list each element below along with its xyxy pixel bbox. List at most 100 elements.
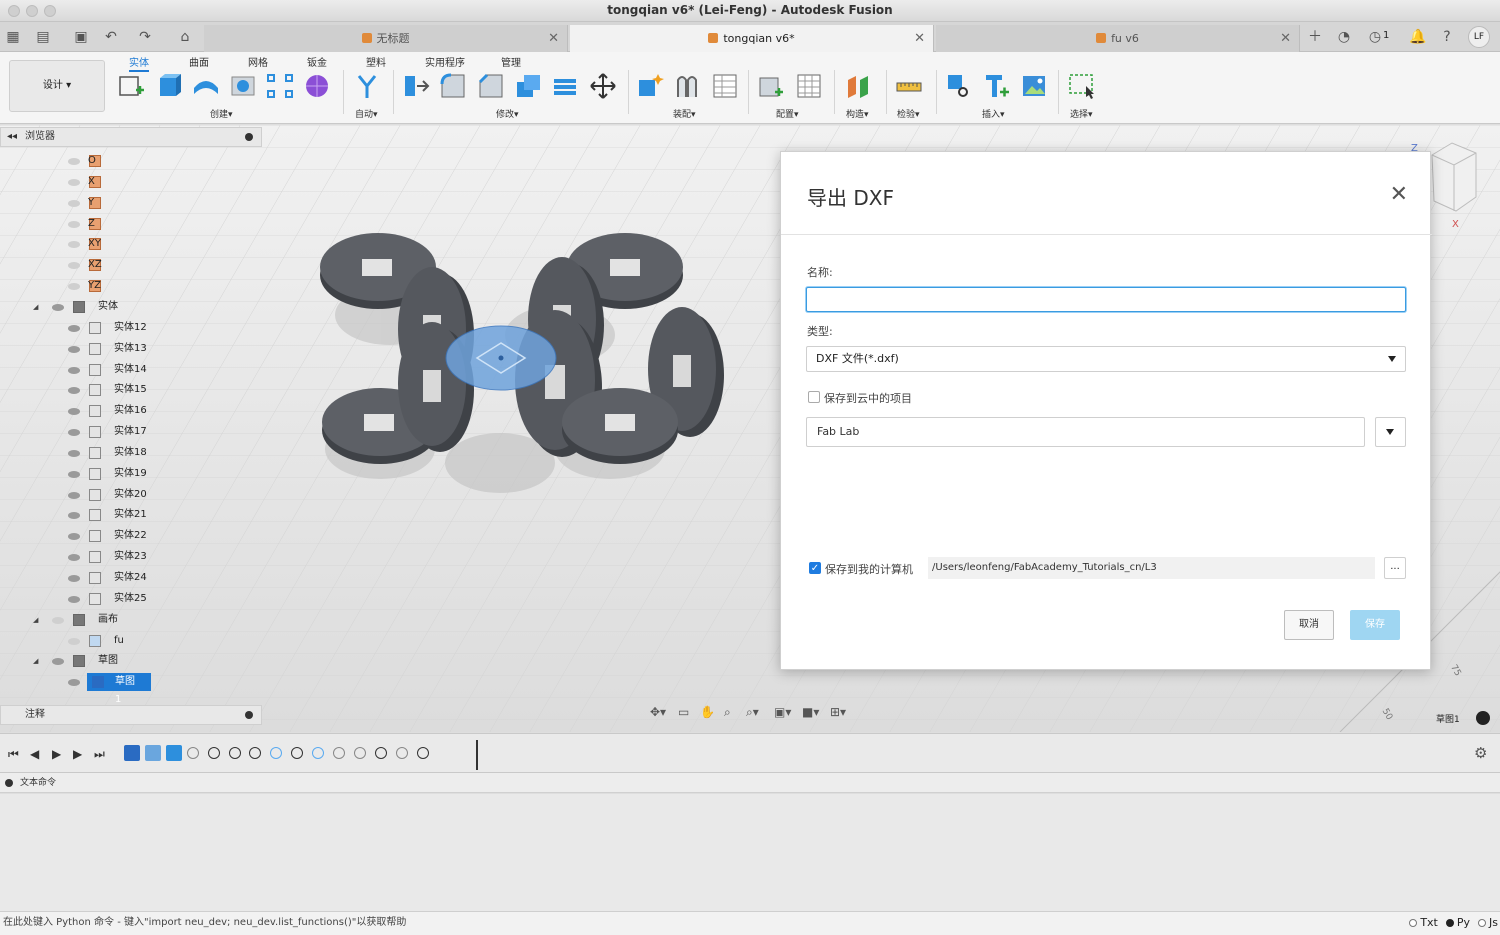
extensions-icon[interactable]: ◔ [1335, 28, 1353, 46]
browser-item[interactable]: YZ [0, 276, 262, 296]
visibility-eye-icon[interactable] [68, 283, 80, 291]
visibility-eye-icon[interactable] [68, 324, 80, 332]
grid-snaps-icon[interactable]: ■▾ [802, 705, 819, 719]
visibility-eye-icon[interactable] [68, 345, 80, 353]
browser-folder[interactable]: ◢ 画布 [0, 610, 262, 630]
save-cloud-checkbox[interactable] [808, 391, 820, 403]
insert-component-icon[interactable] [982, 72, 1010, 100]
save-cloud-label[interactable]: 保存到云中的项目 [824, 390, 912, 406]
configure-icon[interactable] [757, 72, 785, 100]
visibility-eye-icon[interactable] [68, 533, 80, 541]
bom-table-icon[interactable] [711, 72, 739, 100]
pin-icon[interactable] [245, 133, 253, 141]
combine-icon[interactable] [551, 72, 579, 100]
move-icon[interactable] [589, 72, 617, 100]
cloud-folder-field[interactable]: Fab Lab [806, 417, 1365, 447]
group-assemble[interactable]: 装配▾ [673, 107, 696, 120]
app-grid-icon[interactable]: ▦ [4, 28, 22, 46]
fit-icon[interactable]: ⌕▾ [746, 705, 759, 720]
browser-item[interactable]: X [0, 172, 262, 192]
display-settings-icon[interactable]: ▣▾ [774, 705, 791, 719]
browser-folder[interactable]: ◢ 草图 [0, 651, 262, 671]
ribbon-tab-sheetmetal[interactable]: 钣金 [307, 54, 327, 69]
browser-item[interactable]: 实体16 [0, 401, 262, 421]
ribbon-tab-surface[interactable]: 曲面 [189, 54, 209, 69]
group-inspect[interactable]: 检验▾ [897, 107, 920, 120]
home-icon[interactable]: ⌂ [176, 28, 194, 46]
browser-item[interactable]: 实体24 [0, 568, 262, 588]
group-modify[interactable]: 修改▾ [496, 107, 519, 120]
timeline-marker[interactable] [476, 740, 478, 770]
browser-item[interactable]: 实体23 [0, 547, 262, 567]
user-avatar[interactable]: LF [1468, 26, 1490, 48]
browser-item[interactable]: 实体15 [0, 380, 262, 400]
text-commands-output[interactable] [0, 794, 1500, 911]
close-tab-icon[interactable]: ✕ [914, 25, 925, 52]
save-local-checkbox[interactable]: ✓ [809, 562, 821, 574]
ribbon-tab-mesh[interactable]: 网格 [248, 54, 268, 69]
annotations-panel-header[interactable]: 注释 [0, 705, 262, 725]
timeline-feature-icon[interactable] [270, 747, 283, 759]
browser-item[interactable]: 实体19 [0, 464, 262, 484]
timeline-feature-icon[interactable] [186, 747, 199, 759]
expand-toggle-icon[interactable]: ◢ [33, 297, 38, 317]
config-table-icon[interactable] [795, 72, 823, 100]
group-automate[interactable]: 自动▾ [355, 107, 378, 120]
close-tab-icon[interactable]: ✕ [1280, 25, 1291, 52]
pin-icon[interactable] [5, 779, 13, 787]
timeline-feature-icon[interactable] [144, 745, 161, 761]
timeline-feature-icon[interactable] [228, 747, 241, 759]
timeline-feature-icon[interactable] [207, 747, 220, 759]
visibility-eye-icon[interactable] [68, 637, 80, 645]
name-field[interactable] [806, 287, 1406, 312]
orbit-icon[interactable]: ✥▾ [650, 705, 666, 719]
file-menu-icon[interactable]: ▤ [34, 28, 52, 46]
mode-radio[interactable] [1478, 919, 1487, 927]
extrude-icon[interactable] [155, 72, 183, 100]
language-selector[interactable]: Txt Py Js [1401, 912, 1498, 934]
type-select[interactable]: DXF 文件(*.dxf) [806, 346, 1406, 372]
pan-icon[interactable]: ✋ [700, 705, 715, 719]
chamfer-icon[interactable] [477, 72, 505, 100]
view-cube[interactable] [1431, 142, 1477, 212]
measure-icon[interactable] [895, 72, 923, 100]
tab-tongqian[interactable]: tongqian v6* ✕ [570, 25, 934, 52]
visibility-eye-icon[interactable] [68, 491, 80, 499]
visibility-eye-icon[interactable] [68, 575, 80, 582]
timeline-feature-icon[interactable] [291, 747, 304, 759]
close-icon[interactable]: ✕ [1390, 182, 1408, 207]
pin-icon[interactable] [245, 711, 253, 719]
visibility-eye-icon[interactable] [68, 554, 80, 562]
select-icon[interactable] [1068, 72, 1096, 100]
timeline-feature-icon[interactable] [416, 747, 429, 759]
browser-item[interactable]: 实体14 [0, 360, 262, 380]
visibility-eye-icon[interactable] [52, 616, 64, 624]
revolve-icon[interactable] [192, 72, 220, 100]
group-select[interactable]: 选择▾ [1070, 107, 1093, 120]
timeline-feature-icon[interactable] [333, 747, 345, 759]
step-back-icon[interactable]: ◀ [30, 747, 39, 761]
zoom-window-button[interactable] [44, 5, 56, 17]
expand-toggle-icon[interactable]: ◢ [33, 610, 38, 630]
browser-item[interactable]: 实体17 [0, 422, 262, 442]
press-pull-icon[interactable] [402, 72, 430, 100]
pattern-icon[interactable] [266, 72, 294, 100]
local-path-field[interactable]: /Users/leonfeng/FabAcademy_Tutorials_cn/… [928, 557, 1375, 579]
browser-item[interactable]: XY [0, 234, 262, 254]
visibility-eye-icon[interactable] [68, 178, 80, 186]
browser-item[interactable]: O [0, 151, 262, 171]
fillet-icon[interactable] [439, 72, 467, 100]
visibility-eye-icon[interactable] [68, 366, 80, 374]
save-local-label[interactable]: 保存到我的计算机 [825, 561, 913, 577]
offset-plane-icon[interactable] [844, 72, 872, 100]
visibility-eye-icon[interactable] [68, 262, 80, 270]
viewports-icon[interactable]: ⊞▾ [830, 705, 846, 719]
browser-item[interactable]: 实体18 [0, 443, 262, 463]
visibility-eye-icon[interactable] [68, 387, 80, 395]
browser-item[interactable]: 实体21 [0, 505, 262, 525]
jobs-icon[interactable]: ◷ [1366, 28, 1384, 46]
step-forward-icon[interactable]: ▶ [73, 747, 82, 761]
browser-item[interactable]: 实体12 [0, 318, 262, 338]
new-component-icon[interactable] [636, 72, 664, 100]
save-icon[interactable]: ▣ [72, 28, 90, 46]
